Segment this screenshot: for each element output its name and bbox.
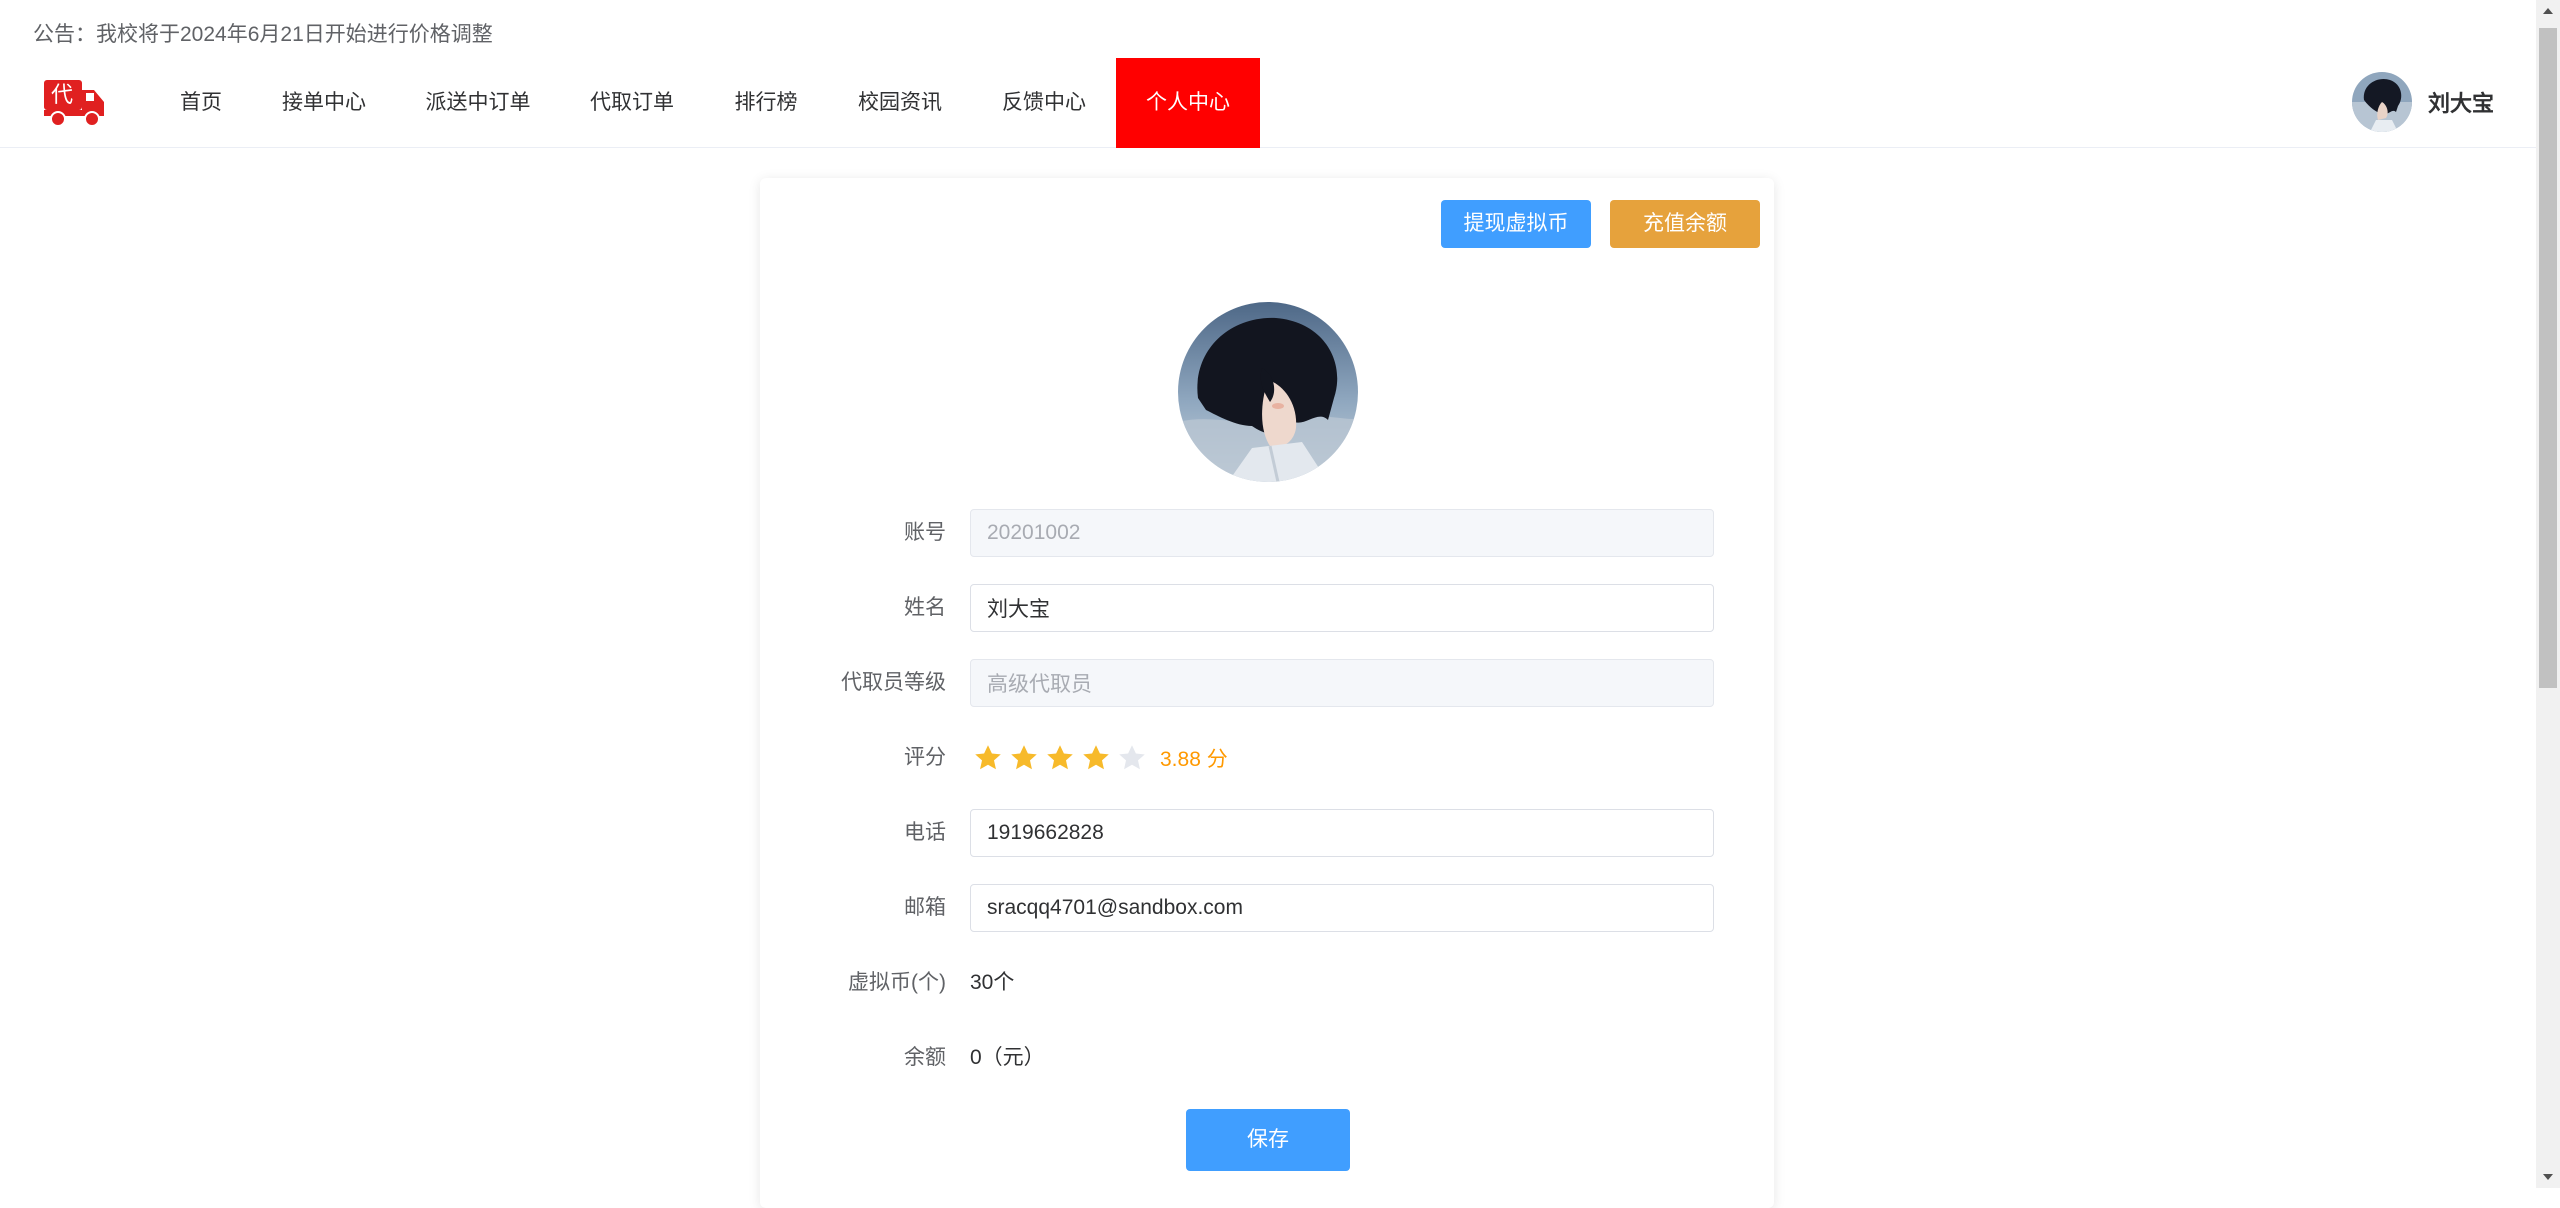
balance-label: 余额 (904, 1046, 946, 1069)
account-label: 账号 (904, 521, 946, 544)
user-menu[interactable]: 刘大宝 (2352, 71, 2494, 133)
name-field[interactable] (970, 584, 1714, 632)
rating-text: 3.88 分 (1160, 748, 1228, 771)
star-icon (1047, 745, 1073, 770)
level-field (970, 659, 1714, 707)
name-label: 姓名 (904, 596, 946, 619)
nav-leaderboard[interactable]: 排行榜 (716, 58, 816, 148)
profile-card: 提现虚拟币 充值余额 账号 姓名 (760, 178, 1774, 1208)
profile-avatar[interactable] (1178, 302, 1358, 482)
nav-personal-center[interactable]: 个人中心 (1116, 58, 1260, 148)
main-nav: 首页 接单中心 派送中订单 代取订单 排行榜 校园资讯 反馈中心 个人中心 (0, 58, 1300, 148)
scroll-up-icon[interactable] (2543, 8, 2553, 14)
nav-order-center[interactable]: 接单中心 (266, 58, 382, 148)
nav-feedback[interactable]: 反馈中心 (988, 58, 1100, 148)
recharge-balance-button[interactable]: 充值余额 (1610, 200, 1760, 248)
withdraw-coins-button[interactable]: 提现虚拟币 (1441, 200, 1591, 248)
nav-home[interactable]: 首页 (160, 58, 242, 148)
coins-row: 虚拟币(个) 30个 (760, 959, 1774, 1007)
balance-row: 余额 0（元） (760, 1034, 1774, 1082)
avatar[interactable] (2352, 72, 2412, 132)
announcement-text: 我校将于2024年6月21日开始进行价格调整 (96, 23, 493, 46)
balance-value: 0（元） (970, 1046, 1045, 1069)
top-header: 代 首页 接单中心 派送中订单 代取订单 排行榜 校园资讯 反馈中心 个人中心 … (0, 58, 2540, 148)
coins-value: 30个 (970, 971, 1015, 994)
email-label: 邮箱 (904, 896, 946, 919)
nav-pickup-orders[interactable]: 代取订单 (576, 58, 688, 148)
star-icon (1011, 745, 1037, 770)
email-row: 邮箱 (760, 884, 1774, 932)
phone-field[interactable] (970, 809, 1714, 857)
scrollbar-thumb[interactable] (2539, 28, 2557, 688)
level-label: 代取员等级 (841, 671, 946, 694)
scroll-down-icon[interactable] (2543, 1174, 2553, 1180)
page-scrollbar[interactable] (2536, 0, 2560, 1188)
nav-campus-news[interactable]: 校园资讯 (844, 58, 956, 148)
account-field (970, 509, 1714, 557)
announcement: 公告： 我校将于2024年6月21日开始进行价格调整 (33, 18, 493, 48)
phone-row: 电话 (760, 809, 1774, 857)
email-field[interactable] (970, 884, 1714, 932)
announcement-prefix: 公告： (33, 23, 96, 46)
star-icon (1083, 745, 1109, 770)
star-icon (1119, 745, 1145, 770)
star-icon (975, 745, 1001, 770)
account-row: 账号 (760, 509, 1774, 557)
coins-label: 虚拟币(个) (848, 971, 946, 994)
phone-label: 电话 (904, 821, 946, 844)
user-name[interactable]: 刘大宝 (2428, 86, 2494, 118)
rating-row: 评分 3.88 分 (760, 734, 1774, 782)
rating-stars: 3.88 分 (970, 734, 1228, 782)
save-button[interactable]: 保存 (1186, 1109, 1350, 1171)
level-row: 代取员等级 (760, 659, 1774, 707)
name-row: 姓名 (760, 584, 1774, 632)
rating-label: 评分 (904, 746, 946, 769)
nav-delivering-orders[interactable]: 派送中订单 (410, 58, 546, 148)
